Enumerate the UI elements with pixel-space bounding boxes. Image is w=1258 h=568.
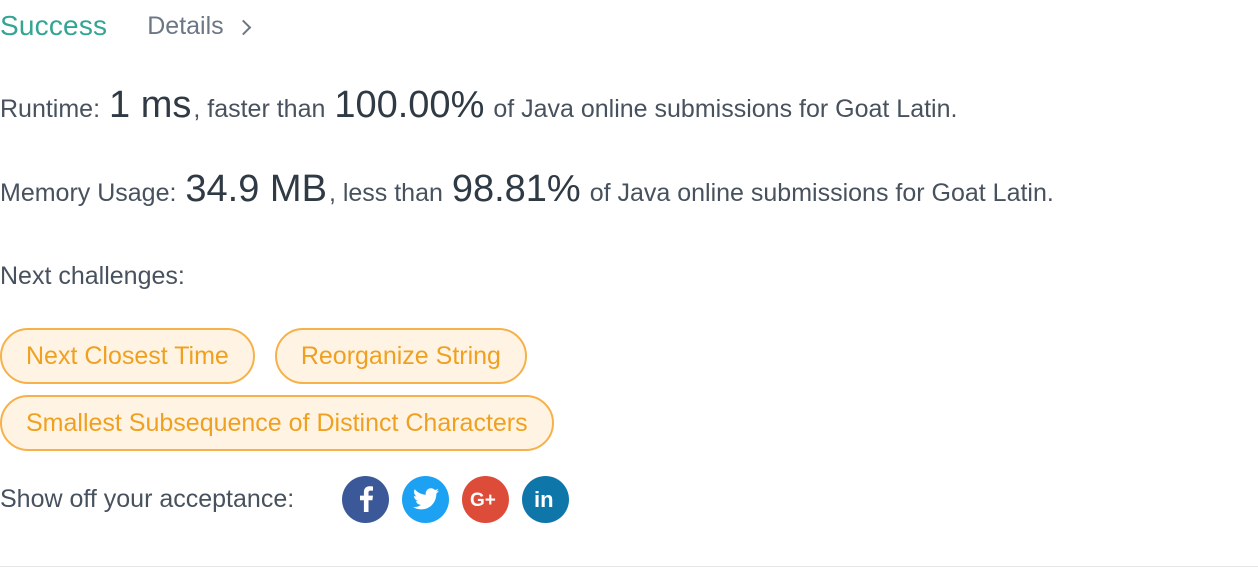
google-plus-icon: G+ xyxy=(470,490,496,510)
runtime-percent: 100.00% xyxy=(334,84,485,126)
twitter-icon xyxy=(412,488,439,510)
status-label: Success xyxy=(0,10,108,41)
details-link[interactable]: Details xyxy=(147,11,251,41)
share-label: Show off your acceptance: xyxy=(0,484,295,513)
chip-row: Smallest Subsequence of Distinct Charact… xyxy=(0,395,700,451)
twitter-share-button[interactable] xyxy=(402,475,450,523)
result-header: Success Details xyxy=(0,6,251,46)
memory-stat: Memory Usage: 34.9 MB , less than 98.81%… xyxy=(0,168,1054,211)
memory-value: 34.9 MB xyxy=(185,168,327,210)
facebook-icon xyxy=(359,486,373,512)
google-plus-share-button[interactable]: G+ xyxy=(462,475,510,523)
linkedin-icon: in xyxy=(534,487,554,511)
challenge-chip-next-closest-time[interactable]: Next Closest Time xyxy=(0,328,255,384)
runtime-stat: Runtime: 1 ms , faster than 100.00% of J… xyxy=(0,84,957,127)
memory-percent: 98.81% xyxy=(451,168,581,210)
chip-row: Next Closest Time Reorganize String xyxy=(0,328,700,384)
linkedin-share-button[interactable]: in xyxy=(522,475,570,523)
runtime-suffix: of Java online submissions for Goat Lati… xyxy=(493,95,958,123)
details-label: Details xyxy=(147,11,224,40)
runtime-value: 1 ms xyxy=(109,84,192,126)
challenge-chip-smallest-subsequence[interactable]: Smallest Subsequence of Distinct Charact… xyxy=(0,395,554,451)
memory-suffix: of Java online submissions for Goat Lati… xyxy=(589,179,1054,207)
runtime-label: Runtime: xyxy=(0,95,101,123)
chevron-right-icon xyxy=(235,19,251,35)
share-section: Show off your acceptance: G+ in xyxy=(0,474,582,524)
memory-comparison: , less than xyxy=(328,179,443,207)
svg-text:G+: G+ xyxy=(470,490,496,510)
next-challenges-label: Next challenges: xyxy=(0,262,185,290)
challenge-chip-reorganize-string[interactable]: Reorganize String xyxy=(274,328,527,384)
svg-text:in: in xyxy=(534,487,554,511)
bottom-divider xyxy=(0,566,1258,567)
next-challenges-list: Next Closest Time Reorganize String Smal… xyxy=(0,328,700,462)
memory-label: Memory Usage: xyxy=(0,179,177,207)
runtime-comparison: , faster than xyxy=(193,95,326,123)
facebook-share-button[interactable] xyxy=(342,475,390,523)
